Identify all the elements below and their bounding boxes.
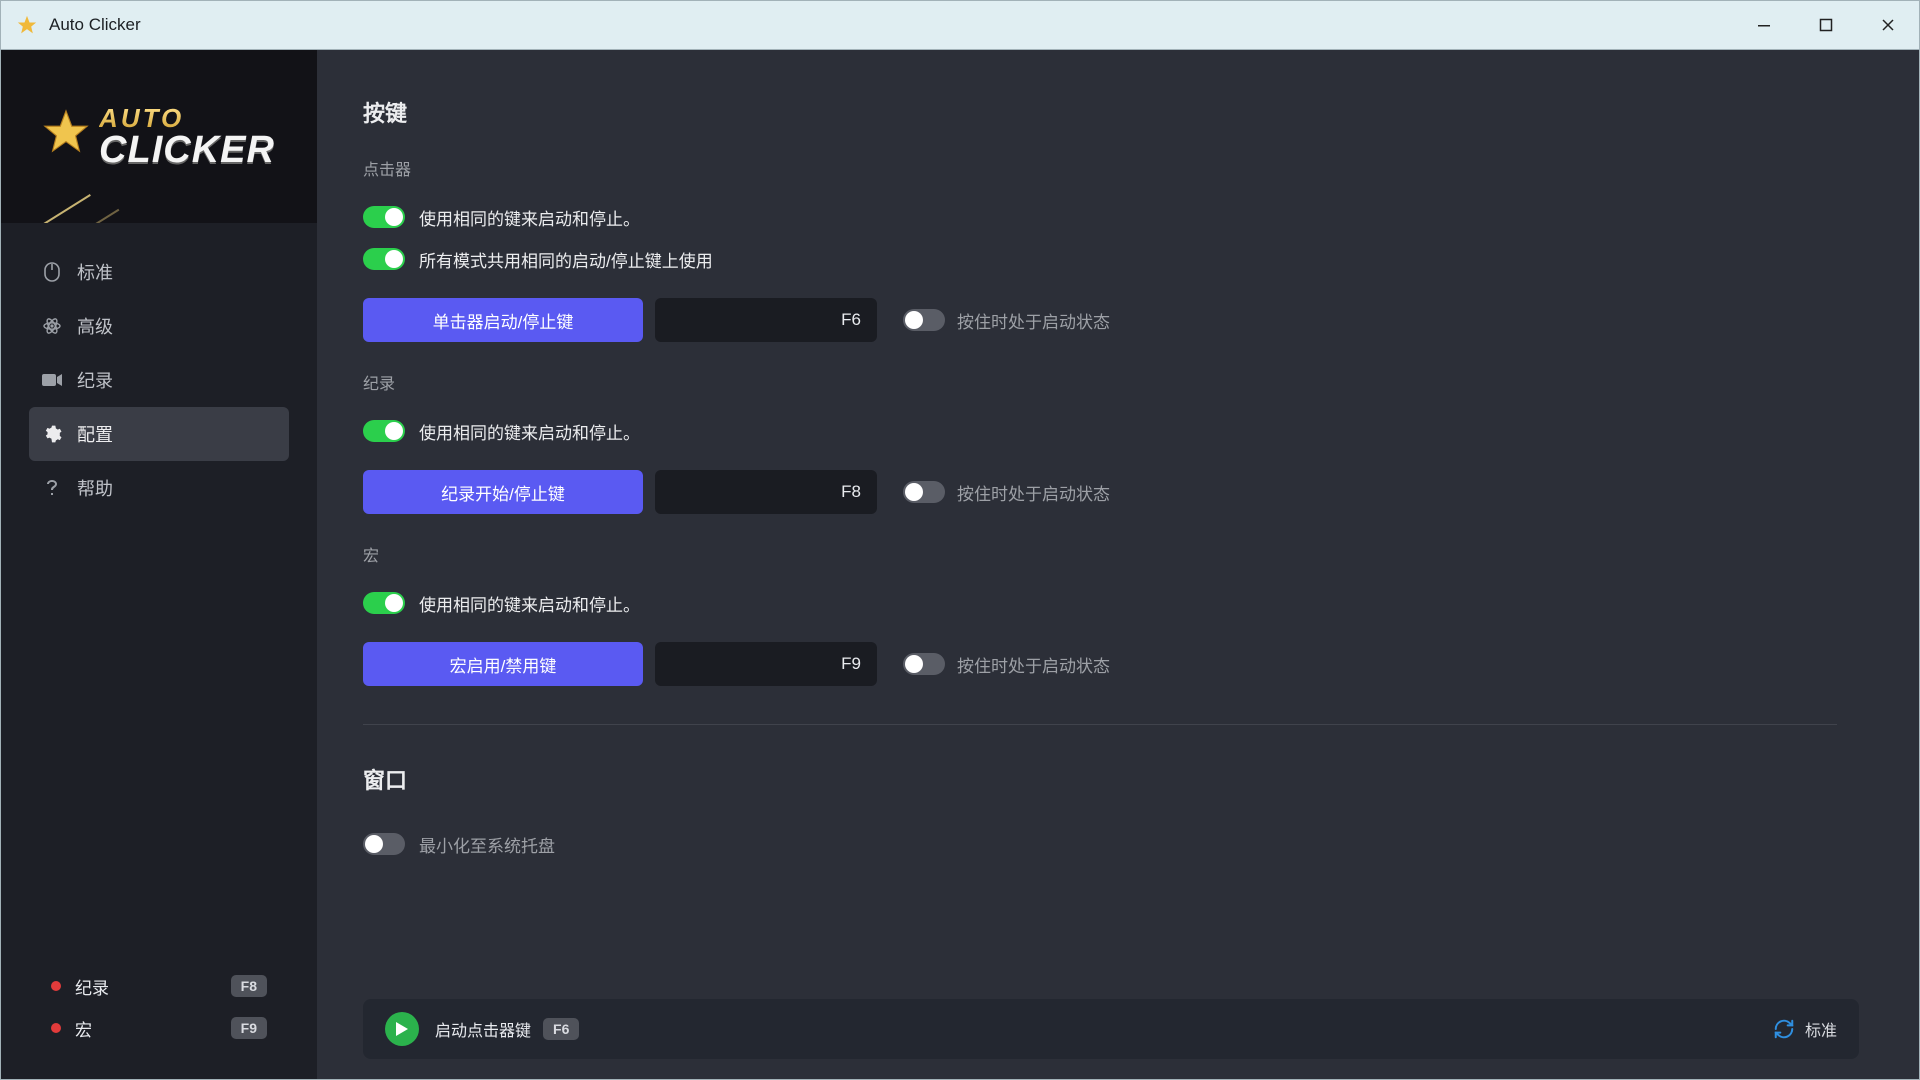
record-same-key-label: 使用相同的键来启动和停止。: [419, 419, 640, 444]
shared-keys-label: 所有模式共用相同的启动/停止键上使用: [419, 247, 713, 272]
footer-record-label: 纪录: [75, 974, 109, 999]
footer-record-key: F8: [231, 975, 267, 997]
minimize-tray-label: 最小化至系统托盘: [419, 832, 555, 857]
clicker-hold-label: 按住时处于启动状态: [957, 308, 1110, 333]
main-panel: 按键 点击器 使用相同的键来启动和停止。 所有模式共用相同的启动/停止键上使用 …: [317, 50, 1919, 1079]
macro-hold-label: 按住时处于启动状态: [957, 652, 1110, 677]
toggle-clicker-hold[interactable]: [903, 309, 945, 331]
sidebar-item-standard[interactable]: 标准: [29, 245, 289, 299]
sidebar-item-label: 纪录: [77, 367, 113, 393]
group-record-label: 纪录: [363, 370, 1837, 394]
sidebar: AUTO CLICKER 标准 高级 纪录 配置: [1, 50, 317, 1079]
mouse-icon: [41, 261, 63, 283]
refresh-icon[interactable]: [1773, 1018, 1795, 1040]
sidebar-item-label: 标准: [77, 259, 113, 285]
app-logo: AUTO CLICKER: [1, 50, 317, 223]
logo-line1: AUTO: [99, 105, 275, 131]
section-divider: [363, 724, 1837, 725]
gear-icon: [41, 423, 63, 445]
footer-macro-status: 宏 F9: [51, 1007, 267, 1049]
toggle-record-hold[interactable]: [903, 481, 945, 503]
record-indicator-icon: [51, 981, 61, 991]
toggle-macro-same-key[interactable]: [363, 592, 405, 614]
macro-key-button[interactable]: 宏启用/禁用键: [363, 642, 643, 686]
sidebar-item-help[interactable]: 帮助: [29, 461, 289, 515]
minimize-button[interactable]: [1733, 1, 1795, 49]
maximize-button[interactable]: [1795, 1, 1857, 49]
group-macro-label: 宏: [363, 542, 1837, 566]
sidebar-item-record[interactable]: 纪录: [29, 353, 289, 407]
sidebar-footer: 纪录 F8 宏 F9: [1, 965, 317, 1049]
window-title: Auto Clicker: [49, 15, 141, 35]
sidebar-item-label: 高级: [77, 313, 113, 339]
clicker-key-button[interactable]: 单击器启动/停止键: [363, 298, 643, 342]
clicker-same-key-label: 使用相同的键来启动和停止。: [419, 205, 640, 230]
toggle-record-same-key[interactable]: [363, 420, 405, 442]
play-button[interactable]: [385, 1012, 419, 1046]
footer-macro-key: F9: [231, 1017, 267, 1039]
toggle-minimize-tray[interactable]: [363, 833, 405, 855]
bottom-start-label: 启动点击器键: [435, 1017, 531, 1041]
sidebar-item-label: 配置: [77, 421, 113, 447]
toggle-shared-keys[interactable]: [363, 248, 405, 270]
bottom-mode-label: 标准: [1805, 1017, 1837, 1041]
record-hold-label: 按住时处于启动状态: [957, 480, 1110, 505]
page-heading-keys: 按键: [363, 96, 1837, 128]
logo-line2: CLICKER: [99, 131, 275, 169]
nav: 标准 高级 纪录 配置 帮助: [1, 223, 317, 515]
camera-icon: [41, 369, 63, 391]
sidebar-item-advanced[interactable]: 高级: [29, 299, 289, 353]
titlebar: Auto Clicker: [0, 0, 1920, 50]
bottom-start-key: F6: [543, 1018, 579, 1040]
sidebar-item-settings[interactable]: 配置: [29, 407, 289, 461]
app-icon: [15, 13, 39, 37]
group-clicker-label: 点击器: [363, 156, 1837, 180]
page-heading-window: 窗口: [363, 763, 1837, 795]
sidebar-item-label: 帮助: [77, 475, 113, 501]
macro-key-display[interactable]: F9: [655, 642, 877, 686]
bottom-bar: 启动点击器键 F6 标准: [363, 999, 1859, 1059]
star-icon: [43, 109, 89, 164]
toggle-clicker-same-key[interactable]: [363, 206, 405, 228]
macro-same-key-label: 使用相同的键来启动和停止。: [419, 591, 640, 616]
question-icon: [41, 477, 63, 499]
toggle-macro-hold[interactable]: [903, 653, 945, 675]
clicker-key-display[interactable]: F6: [655, 298, 877, 342]
macro-indicator-icon: [51, 1023, 61, 1033]
close-button[interactable]: [1857, 1, 1919, 49]
record-key-button[interactable]: 纪录开始/停止键: [363, 470, 643, 514]
atom-icon: [41, 315, 63, 337]
footer-record-status: 纪录 F8: [51, 965, 267, 1007]
record-key-display[interactable]: F8: [655, 470, 877, 514]
footer-macro-label: 宏: [75, 1016, 92, 1041]
